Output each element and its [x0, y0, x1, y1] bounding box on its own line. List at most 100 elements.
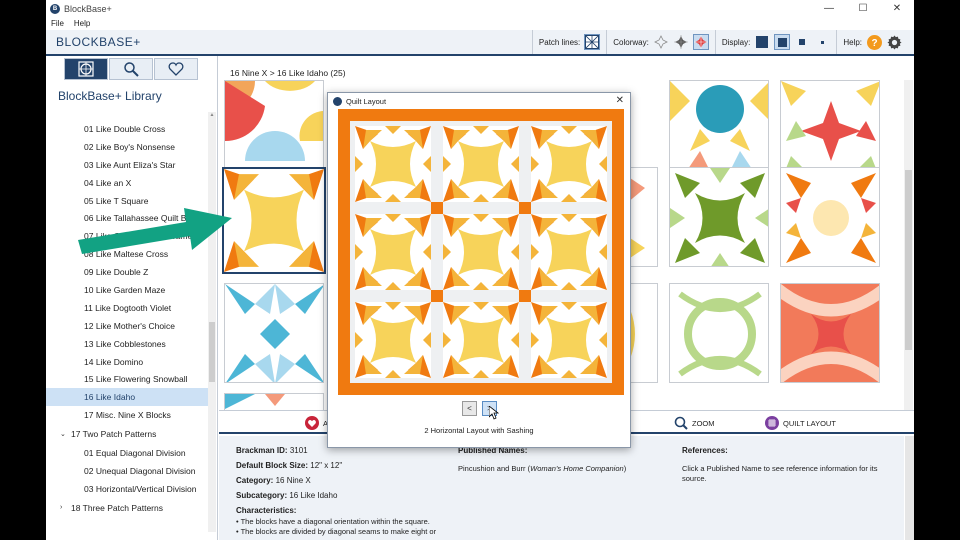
tree-item[interactable]: 10 Like Garden Maze — [46, 281, 208, 299]
minimize-button[interactable]: — — [812, 0, 846, 17]
block-thumbnail[interactable] — [224, 80, 324, 180]
quilt-preview — [338, 109, 624, 395]
patch-lines-group: Patch lines: — [531, 30, 606, 54]
block-details: Brackman ID: 3101 Default Block Size: 12… — [219, 436, 904, 540]
brackman-id-label: Brackman ID: — [236, 446, 288, 455]
block-thumbnail[interactable] — [224, 393, 324, 410]
tree-item[interactable]: 14 Like Domino — [46, 353, 208, 371]
svg-text:?: ? — [871, 38, 877, 49]
help-question-icon[interactable]: ? — [866, 34, 882, 50]
grid-scrollbar[interactable] — [904, 80, 913, 410]
zoom-icon — [674, 416, 688, 430]
tree-item[interactable]: 15 Like Flowering Snowball — [46, 370, 208, 388]
quilt-layout-icon — [765, 416, 779, 430]
display-group: Display: — [714, 30, 836, 54]
references-label: References: — [682, 446, 728, 455]
colorway-gray-icon[interactable] — [673, 34, 689, 50]
tree-item[interactable]: 01 Equal Diagonal Division — [46, 444, 208, 462]
dialog-close-button[interactable]: ✕ — [616, 95, 624, 106]
tree-group-18[interactable]: › 18 Three Patch Patterns — [46, 498, 208, 518]
tree-group-17[interactable]: ⌄ 17 Two Patch Patterns — [46, 424, 208, 444]
heart-icon — [168, 62, 184, 76]
chevron-down-icon[interactable]: ⌄ — [60, 430, 71, 438]
tab-search[interactable] — [109, 58, 153, 80]
menu-help[interactable]: Help — [74, 19, 90, 28]
tree-group-label: 17 Two Patch Patterns — [71, 429, 157, 440]
tree-item[interactable]: 02 Unequal Diagonal Division — [46, 462, 208, 480]
block-size-value: 12" x 12" — [310, 461, 343, 470]
patch-lines-label: Patch lines: — [538, 37, 581, 47]
sidebar-tabs — [64, 58, 217, 80]
block-thumbnail[interactable] — [669, 80, 769, 180]
characteristic-item: • The blocks are divided by diagonal sea… — [236, 527, 437, 536]
zoom-button[interactable]: ZOOM — [674, 416, 715, 430]
scroll-up-icon[interactable]: ▲ — [208, 112, 216, 118]
references-text: Click a Published Name to see reference … — [682, 464, 878, 483]
block-thumbnail[interactable] — [224, 283, 324, 383]
details-right-column: References: Click a Published Name to se… — [682, 446, 897, 484]
tree-item[interactable]: 13 Like Cobblestones — [46, 335, 208, 353]
display-large-icon[interactable] — [774, 34, 791, 50]
tree-item[interactable]: 11 Like Dogtooth Violet — [46, 299, 208, 317]
block-library-icon — [78, 61, 94, 77]
zoom-label: ZOOM — [692, 418, 715, 428]
display-label: Display: — [721, 37, 751, 47]
app-logo-icon: B — [50, 3, 60, 14]
close-button[interactable]: ✕ — [880, 0, 914, 17]
colorway-label: Colorway: — [613, 37, 649, 47]
block-thumbnail[interactable] — [669, 167, 769, 267]
details-middle-column: Published Names: Pincushion and Burr (Wo… — [458, 446, 626, 473]
brackman-id-value: 3101 — [289, 446, 308, 455]
display-medium-icon[interactable] — [794, 34, 810, 50]
display-xlarge-icon[interactable] — [754, 34, 770, 50]
characteristics-label: Characteristics: — [236, 506, 297, 515]
published-name: Pincushion and Burr ( — [458, 464, 531, 473]
tree-item[interactable]: 09 Like Double Z — [46, 263, 208, 281]
scrollbar-thumb[interactable] — [209, 322, 215, 382]
mouse-cursor-icon — [489, 406, 499, 420]
tree-item[interactable]: 03 Horizontal/Vertical Division — [46, 480, 208, 498]
details-scrollbar[interactable] — [905, 436, 914, 540]
scrollbar-thumb[interactable] — [905, 170, 912, 350]
previous-layout-button[interactable]: < — [462, 401, 477, 416]
block-size-label: Default Block Size: — [236, 461, 309, 470]
patch-lines-grid-icon[interactable] — [584, 34, 601, 50]
app-title: BLOCKBASE+ — [56, 35, 141, 49]
colorway-color-icon[interactable] — [692, 34, 709, 50]
display-small-icon[interactable] — [814, 34, 830, 50]
dialog-title-bar: Quilt Layout — [328, 93, 630, 109]
add-favorite-button[interactable]: A — [305, 416, 328, 430]
tree-item[interactable]: 12 Like Mother's Choice — [46, 317, 208, 335]
tree-item[interactable]: 01 Like Double Cross — [46, 120, 208, 138]
heart-icon — [305, 416, 319, 430]
tree-item-selected[interactable]: 16 Like Idaho — [46, 388, 208, 407]
tree-item[interactable]: 02 Like Boy's Nonsense — [46, 138, 208, 156]
subcategory-value: 16 Like Idaho — [289, 491, 338, 500]
chevron-right-icon[interactable]: › — [60, 504, 71, 511]
details-left-column: Brackman ID: 3101 Default Block Size: 12… — [236, 446, 436, 537]
maximize-button[interactable]: ☐ — [846, 0, 880, 17]
window-controls: — ☐ ✕ — [812, 0, 914, 17]
characteristic-item: • The blocks have a diagonal orientation… — [236, 517, 430, 526]
block-thumbnail[interactable] — [780, 167, 880, 267]
category-label: Category: — [236, 476, 274, 485]
menu-file[interactable]: File — [51, 19, 64, 28]
block-thumbnail[interactable] — [780, 80, 880, 180]
tree-group-label: 18 Three Patch Patterns — [71, 502, 163, 513]
annotation-arrow-icon — [78, 208, 232, 254]
title-bar: B BlockBase+ — ☐ ✕ — [46, 0, 914, 17]
tree-item[interactable]: 17 Misc. Nine X Blocks — [46, 406, 208, 424]
colorway-outline-icon[interactable] — [653, 34, 669, 50]
tab-favorites[interactable] — [154, 58, 198, 80]
tab-block-library[interactable] — [64, 58, 108, 80]
quilt-layout-button[interactable]: QUILT LAYOUT — [765, 416, 836, 430]
block-thumbnail[interactable] — [669, 283, 769, 383]
block-thumbnail-selected[interactable] — [222, 167, 326, 274]
sidebar-scrollbar[interactable]: ▲ — [208, 112, 216, 532]
published-source: Woman's Home Companion — [530, 464, 624, 473]
published-name-link[interactable]: Pincushion and Burr (Woman's Home Compan… — [458, 464, 626, 473]
gear-icon[interactable] — [886, 34, 902, 50]
tree-item[interactable]: 03 Like Aunt Eliza's Star — [46, 156, 208, 174]
tree-item[interactable]: 04 Like an X — [46, 174, 208, 192]
block-thumbnail[interactable] — [780, 283, 880, 383]
